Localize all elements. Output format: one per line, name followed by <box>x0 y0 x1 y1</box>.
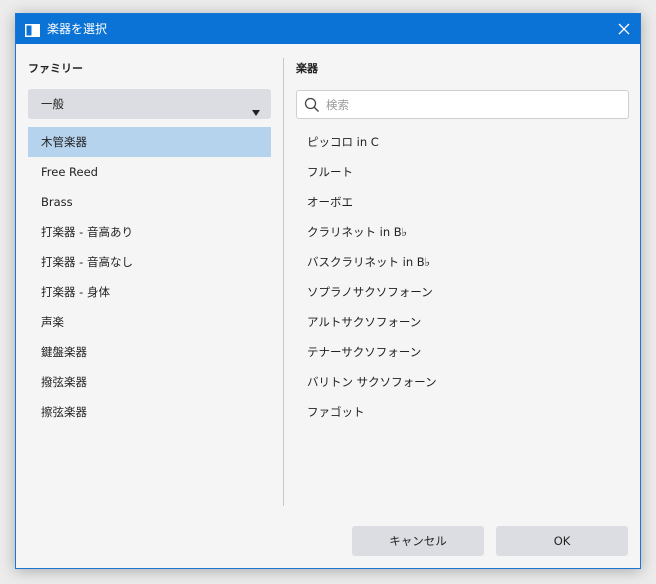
instrument-item[interactable]: ファゴット <box>296 397 629 427</box>
family-item[interactable]: Brass <box>28 187 271 217</box>
family-list: 木管楽器 Free Reed Brass 打楽器 - 音高あり 打楽器 - 音高なし 打楽… <box>28 127 271 427</box>
instrument-item[interactable]: アルトサクソフォーン <box>296 307 629 337</box>
family-item[interactable]: 打楽器 - 音高なし <box>28 247 271 277</box>
family-dropdown[interactable]: 一般 <box>28 89 271 119</box>
family-item[interactable]: 打楽器 - 身体 <box>28 277 271 307</box>
family-dropdown-value: 一般 <box>41 97 64 111</box>
family-item[interactable]: 鍵盤楽器 <box>28 337 271 367</box>
instrument-item[interactable]: ピッコロ in C <box>296 127 629 157</box>
search-input[interactable] <box>326 91 621 118</box>
family-item[interactable]: Free Reed <box>28 157 271 187</box>
dialog-title: 楽器を選択 <box>47 22 108 36</box>
ok-button[interactable]: OK <box>496 526 628 556</box>
instrument-item[interactable]: バリトン サクソフォーン <box>296 367 629 397</box>
panel-divider[interactable] <box>283 58 284 506</box>
search-box[interactable] <box>296 90 629 119</box>
cancel-button[interactable]: キャンセル <box>352 526 484 556</box>
instrument-item[interactable]: オーボエ <box>296 187 629 217</box>
family-item[interactable]: 擦弦楽器 <box>28 397 271 427</box>
instrument-item[interactable]: バスクラリネット in B♭ <box>296 247 629 277</box>
search-icon <box>304 97 320 113</box>
instrument-item[interactable]: クラリネット in B♭ <box>296 217 629 247</box>
instrument-label: 楽器 <box>296 62 318 75</box>
instrument-item[interactable]: フルート <box>296 157 629 187</box>
family-label: ファミリー <box>28 62 83 75</box>
close-button[interactable] <box>614 19 634 39</box>
family-item[interactable]: 打楽器 - 音高あり <box>28 217 271 247</box>
caret-down-icon <box>252 101 260 116</box>
close-icon <box>618 23 630 35</box>
title-bar[interactable]: 楽器を選択 <box>16 14 640 44</box>
instrument-list: ピッコロ in C フルート オーボエ クラリネット in B♭ バスクラリネット in… <box>296 127 629 427</box>
family-item[interactable]: 声楽 <box>28 307 271 337</box>
window-icon <box>25 22 40 37</box>
instrument-item[interactable]: テナーサクソフォーン <box>296 337 629 367</box>
select-instrument-dialog: 楽器を選択 ファミリー 一般 木管楽器 Free Reed Brass 打楽器 - 音… <box>15 13 641 569</box>
instrument-item[interactable]: ソプラノサクソフォーン <box>296 277 629 307</box>
family-item[interactable]: 木管楽器 <box>28 127 271 157</box>
family-item[interactable]: 撥弦楽器 <box>28 367 271 397</box>
